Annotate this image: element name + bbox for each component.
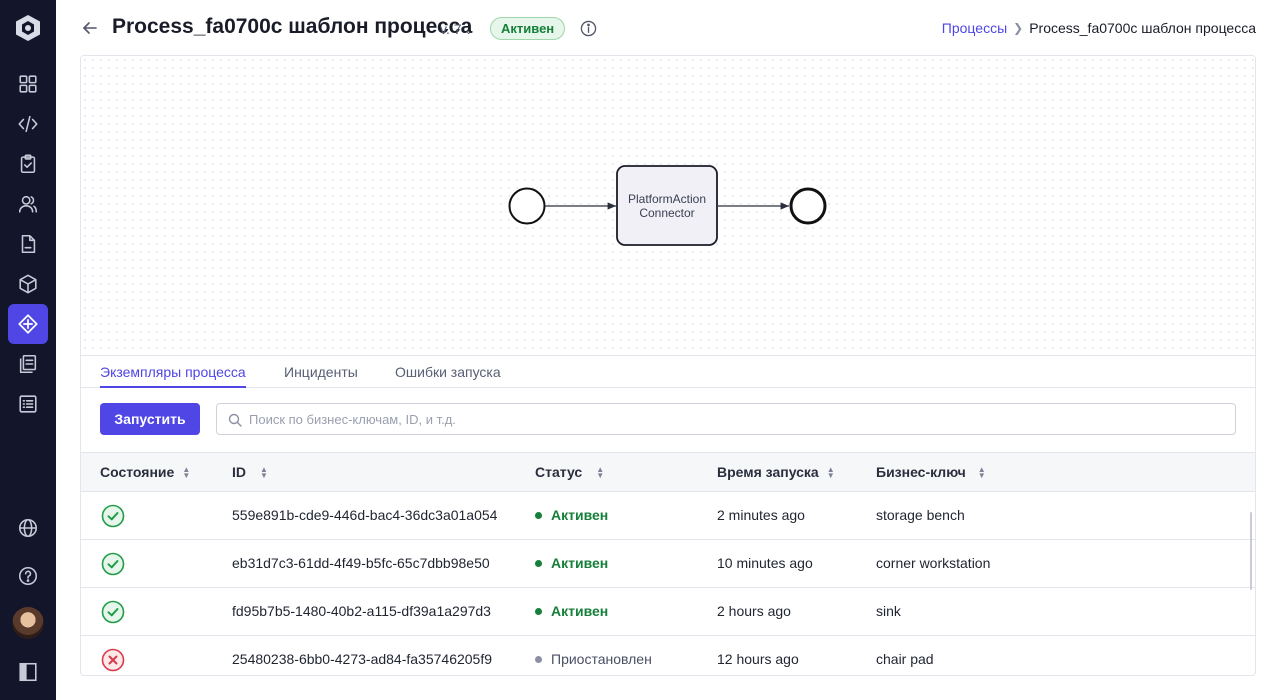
instance-business-key: corner workstation	[876, 555, 991, 571]
search-input[interactable]	[249, 404, 1229, 434]
end-event[interactable]	[789, 187, 827, 225]
logo-icon[interactable]	[14, 14, 42, 42]
task-label-line1: PlatformAction	[628, 192, 706, 206]
sort-icon: ▲ ▼	[260, 465, 268, 481]
instance-id[interactable]: 25480238-6bb0-4273-ad84-fa35746205f9	[232, 651, 492, 667]
instance-status-label: Активен	[551, 555, 609, 571]
success-check-icon	[101, 504, 125, 528]
nav-collapse[interactable]	[8, 652, 48, 692]
column-header-state[interactable]: Состояние ▲ ▼	[100, 464, 190, 480]
task-label-line2: Connector	[639, 206, 694, 220]
sort-icon: ▲ ▼	[596, 465, 605, 481]
status-dot-icon	[535, 656, 542, 663]
nav-users[interactable]	[8, 184, 48, 224]
process-icon	[18, 314, 38, 334]
bpmn-diagram-canvas[interactable]: PlatformAction Connector	[81, 56, 1255, 356]
column-header-business-key[interactable]: Бизнес-ключ ▲ ▼	[876, 464, 986, 480]
column-header-start-time[interactable]: Время запуска ▲ ▼	[717, 464, 835, 480]
error-x-icon	[101, 648, 125, 672]
process-panel: PlatformAction Connector Экземпляры проц…	[80, 55, 1256, 676]
column-header-id[interactable]: ID ▲ ▼	[232, 464, 268, 480]
nav-help[interactable]	[8, 556, 48, 596]
chevron-down-icon: ⌄	[464, 26, 473, 37]
table-row[interactable]: fd95b7b5-1480-40b2-a115-df39a1a297d3 Акти…	[81, 588, 1255, 636]
instance-status-label: Активен	[551, 603, 609, 619]
nav-processes[interactable]	[8, 304, 48, 344]
main-content: Process_fa0700c шаблон процесса v. 7 ⌄ Ак…	[56, 0, 1280, 700]
success-check-icon	[101, 552, 125, 576]
instance-start-time: 12 hours ago	[717, 651, 799, 667]
page-header: Process_fa0700c шаблон процесса v. 7 ⌄ Ак…	[56, 0, 1280, 56]
breadcrumb: Процессы ❯ Process_fa0700c шаблон процес…	[942, 20, 1256, 36]
version-selector[interactable]: v. 7 ⌄	[440, 21, 473, 37]
status-dot-icon	[535, 512, 542, 519]
tab-bar: Экземпляры процесса Инциденты Ошибки зап…	[81, 356, 1255, 388]
version-label: v. 7	[440, 21, 462, 37]
table-header: Состояние ▲ ▼ ID ▲ ▼ Статус ▲ ▼ Время запуска ▲…	[81, 452, 1255, 492]
search-box[interactable]	[216, 403, 1236, 435]
table-row[interactable]: eb31d7c3-61dd-4f49-b5fc-65c7dbb98e50 Акти…	[81, 540, 1255, 588]
list-icon	[19, 395, 37, 413]
users-icon	[18, 195, 38, 213]
page-title: Process_fa0700c шаблон процесса	[112, 15, 473, 38]
tab-incidents[interactable]: Инциденты	[284, 364, 358, 386]
instance-start-time: 2 minutes ago	[717, 507, 805, 523]
status-dot-icon	[535, 560, 542, 567]
sort-icon: ▲ ▼	[977, 465, 986, 481]
library-icon	[19, 354, 37, 374]
tab-start-errors[interactable]: Ошибки запуска	[395, 364, 501, 386]
globe-icon	[18, 518, 38, 538]
instance-status: Активен	[535, 555, 608, 571]
sidebar	[0, 0, 56, 700]
instance-business-key: chair pad	[876, 651, 934, 667]
sort-icon: ▲ ▼	[826, 465, 835, 481]
dashboard-icon	[19, 75, 37, 93]
nav-language[interactable]	[8, 508, 48, 548]
search-icon	[228, 413, 242, 427]
instance-business-key: storage bench	[876, 507, 965, 523]
nav-library[interactable]	[8, 344, 48, 384]
instance-status: Активен	[535, 603, 608, 619]
help-icon	[18, 566, 38, 586]
nav-dashboard[interactable]	[8, 64, 48, 104]
nav-packages[interactable]	[8, 264, 48, 304]
instance-start-time: 2 hours ago	[717, 603, 791, 619]
breadcrumb-processes-link[interactable]: Процессы	[942, 20, 1007, 36]
success-check-icon	[101, 600, 125, 624]
avatar[interactable]	[12, 607, 44, 639]
instances-toolbar: Запустить	[81, 388, 1255, 452]
instance-status: Активен	[535, 507, 608, 523]
nav-code[interactable]	[8, 104, 48, 144]
table-scrollbar[interactable]	[1250, 512, 1252, 590]
nav-documents[interactable]	[8, 224, 48, 264]
instance-id[interactable]: eb31d7c3-61dd-4f49-b5fc-65c7dbb98e50	[232, 555, 490, 571]
status-badge: Активен	[490, 17, 566, 40]
run-button[interactable]: Запустить	[100, 403, 200, 435]
nav-list[interactable]	[8, 384, 48, 424]
back-arrow-icon[interactable]	[80, 18, 100, 38]
code-icon	[18, 115, 38, 133]
breadcrumb-current: Process_fa0700c шаблон процесса	[1029, 20, 1256, 36]
instance-status: Приостановлен	[535, 651, 652, 667]
column-header-status[interactable]: Статус ▲ ▼	[535, 464, 604, 480]
nav-tasks[interactable]	[8, 144, 48, 184]
info-icon[interactable]	[580, 20, 597, 37]
instance-status-label: Активен	[551, 507, 609, 523]
chevron-right-icon: ❯	[1013, 21, 1024, 35]
panel-icon	[19, 662, 37, 682]
instance-start-time: 10 minutes ago	[717, 555, 813, 571]
clipboard-icon	[20, 154, 36, 174]
status-dot-icon	[535, 608, 542, 615]
table-row[interactable]: 559e891b-cde9-446d-bac4-36dc3a01a054 Акти…	[81, 492, 1255, 540]
sort-icon: ▲ ▼	[182, 465, 191, 481]
start-event[interactable]	[508, 187, 546, 225]
instance-status-label: Приостановлен	[551, 651, 652, 667]
instance-business-key: sink	[876, 603, 901, 619]
document-icon	[21, 234, 36, 254]
instance-id[interactable]: 559e891b-cde9-446d-bac4-36dc3a01a054	[232, 507, 497, 523]
table-row[interactable]: 25480238-6bb0-4273-ad84-fa35746205f9 Прио…	[81, 636, 1255, 675]
tab-instances[interactable]: Экземпляры процесса	[100, 364, 246, 388]
cube-icon	[19, 274, 37, 294]
instance-id[interactable]: fd95b7b5-1480-40b2-a115-df39a1a297d3	[232, 603, 491, 619]
